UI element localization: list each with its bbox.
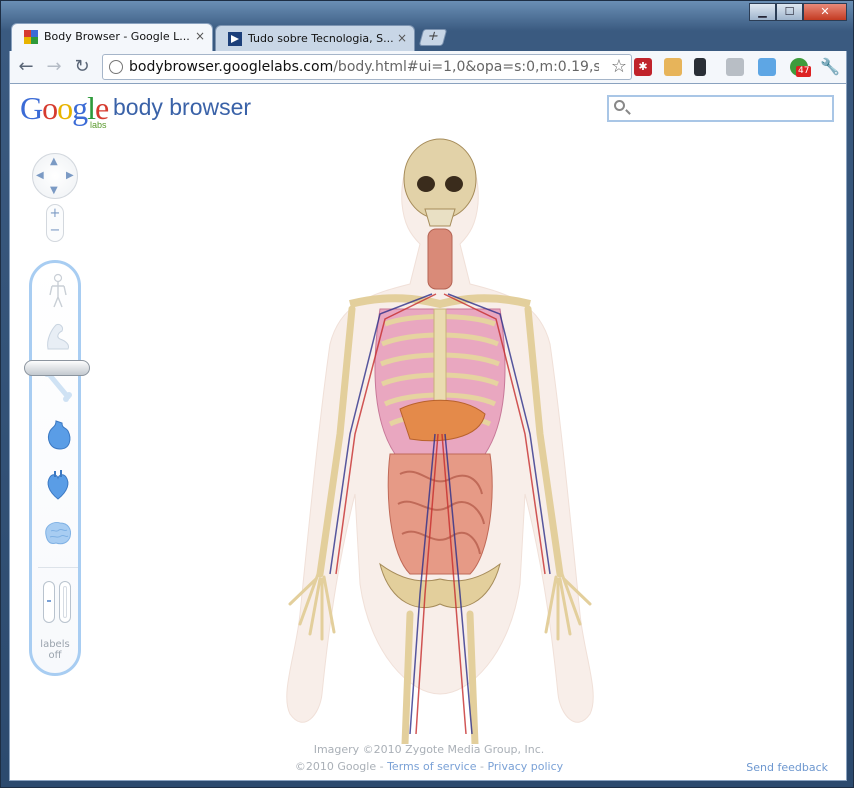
human-anatomy-model[interactable] [260,134,620,744]
zoom-in-button[interactable]: + [47,205,63,222]
logo-letter: o [57,90,73,126]
circulatory-layer-icon[interactable] [42,467,74,503]
pan-up-icon[interactable]: ▲ [50,156,58,167]
extension-folder-icon[interactable] [664,58,682,76]
browser-window: ▁ ☐ ✕ Body Browser - Google L... × Tudo … [0,0,854,788]
back-arrow-icon[interactable]: ← [16,57,36,77]
layer-separator [38,567,78,568]
logo-letter: G [20,90,43,126]
reload-icon[interactable]: ↻ [72,57,92,77]
url-text[interactable]: bodybrowser.googlelabs.com/body.html#ui=… [129,59,599,75]
extension-page-icon[interactable] [758,58,776,76]
page-globe-icon [109,60,123,74]
page-content: Google labs body browser ▲ ◀ ▶ ▼ + − lab… [9,83,847,781]
logo-letter: g [72,90,88,126]
translucent-mode-icon[interactable] [59,581,71,623]
navigation-pad[interactable]: ▲ ◀ ▶ ▼ [32,153,78,199]
pan-left-icon[interactable]: ◀ [36,170,44,181]
tab-strip: Body Browser - Google L... × Tudo sobre … [11,23,851,51]
url-path: /body.html#ui=1,0&opa=s:0,m:0.19,sk:1,c: [333,59,599,75]
extension-phone-icon[interactable] [694,58,706,76]
url-domain: bodybrowser.googlelabs.com [129,59,334,75]
google-favicon-icon [24,30,38,44]
site-favicon-icon [228,32,242,46]
skin-layer-icon[interactable] [42,273,74,309]
nervous-layer-icon[interactable] [42,517,74,553]
google-labs-logo: Google labs [20,90,109,130]
footer-separator: - [476,760,488,773]
address-bar[interactable]: bodybrowser.googlelabs.com/body.html#ui=… [102,54,632,80]
tab-title: Body Browser - Google L... [44,30,190,43]
copyright-text: ©2010 Google - [294,760,388,773]
muscle-layer-icon[interactable] [42,319,74,355]
browser-toolbar: ← → ↻ bodybrowser.googlelabs.com/body.ht… [9,51,847,83]
extension-notification-icon[interactable]: 47 [790,58,812,77]
pan-down-icon[interactable]: ▼ [50,185,58,196]
organ-layer-icon[interactable] [42,417,74,453]
tab-title: Tudo sobre Tecnologia, S... [248,32,394,45]
maximize-button[interactable]: ☐ [776,3,803,21]
labels-toggle[interactable]: labels off [32,639,78,661]
minimize-button[interactable]: ▁ [749,3,776,21]
tab-close-icon[interactable]: × [195,29,205,43]
send-feedback-link[interactable]: Send feedback [746,761,828,774]
terms-of-service-link[interactable]: Terms of service [387,760,476,773]
zoom-control: + − [46,204,64,242]
footer-legal: ©2010 Google - Terms of service - Privac… [10,760,846,773]
zoom-out-button[interactable]: − [47,222,63,239]
product-title: body browser [113,94,252,120]
notification-badge: 47 [796,66,812,77]
new-tab-button[interactable]: + [418,29,448,46]
logo-letter: o [42,90,58,126]
search-box[interactable] [607,95,834,122]
tab-tudo-sobre-tecnologia[interactable]: Tudo sobre Tecnologia, S... × [215,25,415,51]
search-input[interactable] [631,99,829,118]
privacy-policy-link[interactable]: Privacy policy [487,760,563,773]
imagery-credit: Imagery ©2010 Zygote Media Group, Inc. [313,743,545,756]
search-icon [614,100,625,111]
layer-panel: labels off [29,260,81,676]
tab-body-browser[interactable]: Body Browser - Google L... × [11,23,213,51]
extension-asterisk-icon[interactable]: ✱ [634,58,652,76]
transparency-toggle[interactable] [41,581,75,623]
tab-close-icon[interactable]: × [397,31,407,45]
pan-right-icon[interactable]: ▶ [66,170,74,181]
extension-newspaper-icon[interactable] [726,58,744,76]
bookmark-star-icon[interactable]: ☆ [611,56,627,77]
wrench-menu-icon[interactable]: 🔧 [820,57,840,77]
labs-subtext: labs [90,120,107,130]
close-window-button[interactable]: ✕ [803,3,847,21]
layer-opacity-slider[interactable] [24,360,90,376]
window-controls: ▁ ☐ ✕ [749,3,847,21]
opaque-mode-icon[interactable] [43,581,55,623]
forward-arrow-icon[interactable]: → [44,57,64,77]
